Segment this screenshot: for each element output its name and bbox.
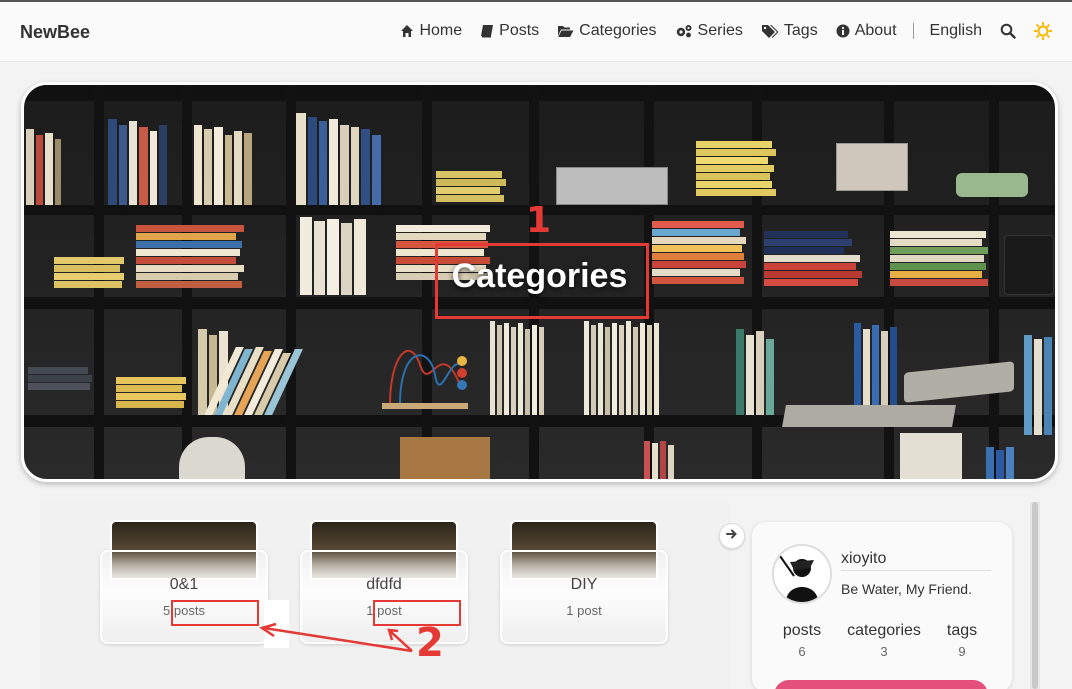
scrollbar-thumb[interactable] [1032, 502, 1038, 689]
profile-action-button[interactable] [774, 680, 988, 689]
stat-label: posts [782, 622, 822, 639]
stat-tags[interactable]: tags 9 [942, 622, 982, 659]
profile-motto: Be Water, My Friend. [841, 581, 972, 597]
stat-label: categories [847, 622, 921, 639]
stat-categories[interactable]: categories 3 [842, 622, 926, 659]
sidebar-toggle-button[interactable] [719, 523, 745, 549]
divider [841, 570, 991, 571]
profile-username: xioyito [841, 550, 887, 567]
arrow-right-icon [726, 527, 738, 545]
scrollbar[interactable] [1030, 502, 1040, 689]
stat-value: 6 [798, 644, 806, 659]
stat-value: 3 [880, 644, 888, 659]
avatar[interactable] [772, 544, 832, 604]
annotation-number-2: 2 [416, 620, 444, 666]
stat-value: 9 [958, 644, 966, 659]
stat-posts[interactable]: posts 6 [780, 622, 824, 659]
stat-label: tags [946, 622, 978, 639]
profile-card: xioyito Be Water, My Friend. posts 6 cat… [752, 522, 1012, 689]
